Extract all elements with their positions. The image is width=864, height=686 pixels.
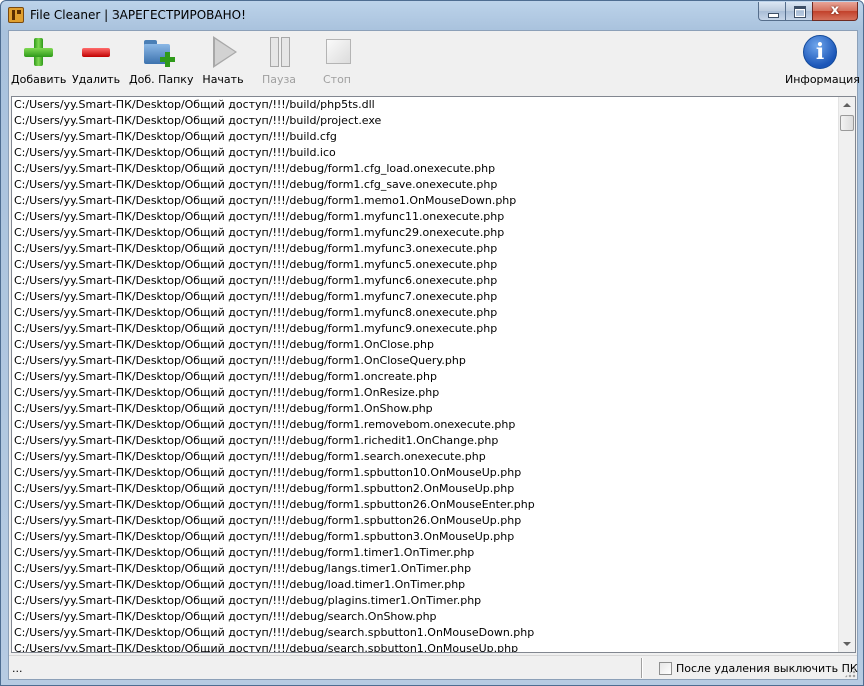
info-label: Информация: [785, 73, 860, 86]
scroll-thumb[interactable]: [840, 115, 854, 131]
file-list-item[interactable]: C:/Users/yy.Smart-ПК/Desktop/Общий досту…: [12, 209, 840, 225]
file-list-item[interactable]: C:/Users/yy.Smart-ПК/Desktop/Общий досту…: [12, 337, 840, 353]
file-list-item[interactable]: C:/Users/yy.Smart-ПК/Desktop/Общий досту…: [12, 305, 840, 321]
file-list-item[interactable]: C:/Users/yy.Smart-ПК/Desktop/Общий досту…: [12, 353, 840, 369]
file-list-item[interactable]: C:/Users/yy.Smart-ПК/Desktop/Общий досту…: [12, 273, 840, 289]
file-list-rows: C:/Users/yy.Smart-ПК/Desktop/Общий досту…: [12, 97, 840, 652]
file-list-item[interactable]: C:/Users/yy.Smart-ПК/Desktop/Общий досту…: [12, 241, 840, 257]
file-list-item[interactable]: C:/Users/yy.Smart-ПК/Desktop/Общий досту…: [12, 369, 840, 385]
file-list-item[interactable]: C:/Users/yy.Smart-ПК/Desktop/Общий досту…: [12, 513, 840, 529]
file-list-item[interactable]: C:/Users/yy.Smart-ПК/Desktop/Общий досту…: [12, 593, 840, 609]
file-list-item[interactable]: C:/Users/yy.Smart-ПК/Desktop/Общий досту…: [12, 481, 840, 497]
add-button[interactable]: Добавить: [11, 34, 67, 90]
status-text: ...: [12, 662, 23, 675]
play-icon: [205, 34, 241, 70]
file-list-item[interactable]: C:/Users/yy.Smart-ПК/Desktop/Общий досту…: [12, 465, 840, 481]
file-list-item[interactable]: C:/Users/yy.Smart-ПК/Desktop/Общий досту…: [12, 529, 840, 545]
window-controls: x: [758, 2, 858, 21]
pause-label: Пауза: [261, 73, 297, 86]
file-list[interactable]: C:/Users/yy.Smart-ПК/Desktop/Общий досту…: [11, 96, 856, 653]
file-list-item[interactable]: C:/Users/yy.Smart-ПК/Desktop/Общий досту…: [12, 577, 840, 593]
file-list-item[interactable]: C:/Users/yy.Smart-ПК/Desktop/Общий досту…: [12, 113, 840, 129]
file-list-item[interactable]: C:/Users/yy.Smart-ПК/Desktop/Общий досту…: [12, 609, 840, 625]
shutdown-option[interactable]: После удаления выключить ПК: [659, 660, 858, 676]
start-label: Начать: [202, 73, 244, 86]
plus-icon: [20, 34, 56, 70]
shutdown-label: После удаления выключить ПК: [676, 661, 858, 675]
file-list-item[interactable]: C:/Users/yy.Smart-ПК/Desktop/Общий досту…: [12, 401, 840, 417]
scroll-down-arrow-icon[interactable]: [839, 635, 855, 652]
status-divider: [641, 658, 643, 678]
add-label: Добавить: [11, 73, 67, 86]
stop-label: Стоп: [322, 73, 351, 86]
pause-button[interactable]: Пауза: [259, 34, 299, 90]
stop-icon: [319, 34, 355, 70]
file-list-item[interactable]: C:/Users/yy.Smart-ПК/Desktop/Общий досту…: [12, 433, 840, 449]
toolbar: Добавить Удалить Доб. Папку Начать Пауза: [9, 31, 860, 93]
pause-icon: [261, 34, 297, 70]
status-bar: ... После удаления выключить ПК: [9, 655, 858, 679]
file-list-item[interactable]: C:/Users/yy.Smart-ПК/Desktop/Общий досту…: [12, 97, 840, 113]
file-list-item[interactable]: C:/Users/yy.Smart-ПК/Desktop/Общий досту…: [12, 129, 840, 145]
minimize-button[interactable]: [758, 2, 785, 21]
file-list-item[interactable]: C:/Users/yy.Smart-ПК/Desktop/Общий досту…: [12, 385, 840, 401]
add-folder-label: Доб. Папку: [129, 73, 194, 86]
delete-label: Удалить: [71, 73, 121, 86]
file-list-item[interactable]: C:/Users/yy.Smart-ПК/Desktop/Общий досту…: [12, 161, 840, 177]
shutdown-checkbox[interactable]: [659, 661, 672, 675]
close-button[interactable]: x: [812, 2, 858, 21]
file-list-item[interactable]: C:/Users/yy.Smart-ПК/Desktop/Общий досту…: [12, 497, 840, 513]
file-list-item[interactable]: C:/Users/yy.Smart-ПК/Desktop/Общий досту…: [12, 145, 840, 161]
folder-plus-icon: [160, 52, 175, 67]
file-list-item[interactable]: C:/Users/yy.Smart-ПК/Desktop/Общий досту…: [12, 321, 840, 337]
close-icon: x: [830, 3, 840, 18]
file-list-item[interactable]: C:/Users/yy.Smart-ПК/Desktop/Общий досту…: [12, 257, 840, 273]
start-button[interactable]: Начать: [201, 34, 245, 90]
maximize-button[interactable]: [785, 2, 812, 21]
stop-button[interactable]: Стоп: [317, 34, 357, 90]
client-area: Добавить Удалить Доб. Папку Начать Пауза: [8, 30, 860, 680]
delete-button[interactable]: Удалить: [71, 34, 121, 90]
file-list-item[interactable]: C:/Users/yy.Smart-ПК/Desktop/Общий досту…: [12, 193, 840, 209]
vertical-scrollbar[interactable]: [838, 97, 855, 652]
add-folder-button[interactable]: Доб. Папку: [129, 34, 194, 90]
file-list-item[interactable]: C:/Users/yy.Smart-ПК/Desktop/Общий досту…: [12, 561, 840, 577]
app-icon[interactable]: [8, 7, 24, 23]
file-list-item[interactable]: C:/Users/yy.Smart-ПК/Desktop/Общий досту…: [12, 417, 840, 433]
file-list-item[interactable]: C:/Users/yy.Smart-ПК/Desktop/Общий досту…: [12, 625, 840, 641]
info-icon: [801, 34, 837, 70]
scroll-up-arrow-icon[interactable]: [839, 97, 855, 114]
file-list-item[interactable]: C:/Users/yy.Smart-ПК/Desktop/Общий досту…: [12, 177, 840, 193]
file-list-item[interactable]: C:/Users/yy.Smart-ПК/Desktop/Общий досту…: [12, 225, 840, 241]
window-title: File Cleaner | ЗАРЕГЕСТРИРОВАНО!: [30, 8, 246, 22]
file-list-item[interactable]: C:/Users/yy.Smart-ПК/Desktop/Общий досту…: [12, 641, 840, 652]
file-list-item[interactable]: C:/Users/yy.Smart-ПК/Desktop/Общий досту…: [12, 545, 840, 561]
file-list-item[interactable]: C:/Users/yy.Smart-ПК/Desktop/Общий досту…: [12, 449, 840, 465]
folder-add-icon: [141, 34, 177, 70]
title-bar[interactable]: File Cleaner | ЗАРЕГЕСТРИРОВАНО! x: [1, 1, 863, 29]
info-button[interactable]: Информация: [785, 34, 860, 90]
minus-icon: [78, 34, 114, 70]
file-list-item[interactable]: C:/Users/yy.Smart-ПК/Desktop/Общий досту…: [12, 289, 840, 305]
app-window: File Cleaner | ЗАРЕГЕСТРИРОВАНО! x Добав…: [0, 0, 864, 686]
